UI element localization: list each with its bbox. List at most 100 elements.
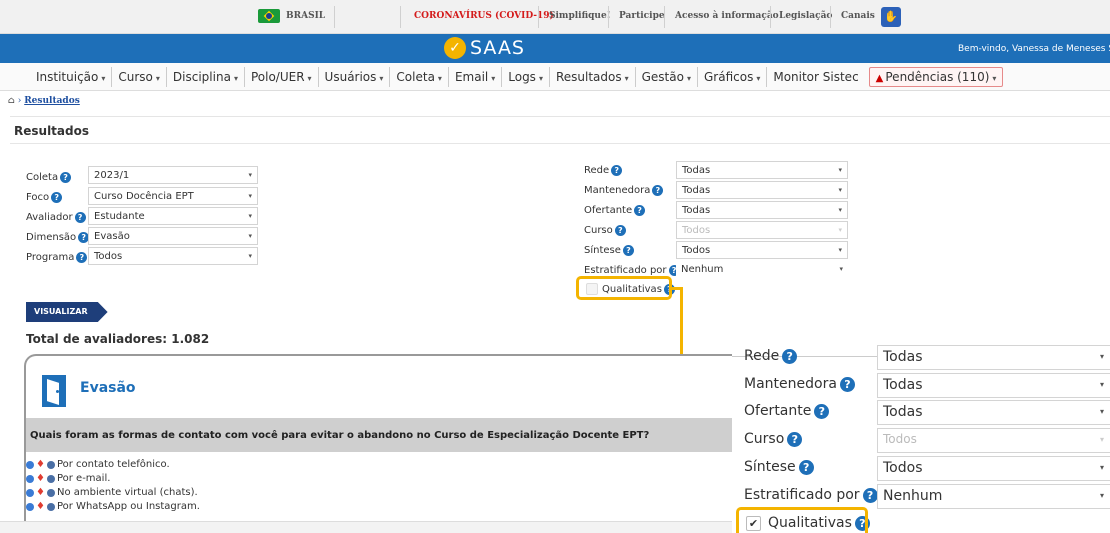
pie-chart-icon [26, 488, 34, 497]
canais-link[interactable]: Canais [841, 11, 875, 21]
chevron-down-icon: ▾ [1099, 380, 1104, 389]
mantenedora-select[interactable]: Todas ▾ [676, 181, 848, 199]
simplifique-link[interactable]: Simplifique! [549, 11, 611, 21]
programa-select[interactable]: Todos ▾ [88, 247, 258, 265]
zoom-ofertante-select[interactable]: Todas ▾ [877, 400, 1110, 425]
nav-disciplina[interactable]: Disciplina ▾ [167, 67, 245, 87]
visualizar-button[interactable]: VISUALIZAR [26, 302, 108, 322]
caret-down-icon: ▾ [155, 74, 160, 83]
acesso-link[interactable]: Acesso à informação [675, 11, 779, 21]
chevron-down-icon: ▾ [1099, 491, 1104, 500]
help-icon: ? [839, 376, 855, 392]
divider [334, 6, 335, 28]
chevron-down-icon: ▾ [248, 232, 252, 240]
help-icon: ? [614, 225, 626, 236]
chevron-down-icon: ▾ [838, 226, 842, 234]
coleta-select[interactable]: 2023/1 ▾ [88, 166, 258, 184]
tree-icon: ♦ [36, 501, 45, 512]
brasil-link[interactable]: BRASIL [258, 9, 325, 23]
nav-polo[interactable]: Polo/UER ▾ [245, 67, 319, 87]
card-title: Evasão [80, 380, 136, 396]
pie-chart-icon [26, 474, 34, 483]
divider [664, 6, 665, 28]
dimensao-label: Dimensão? [26, 232, 90, 243]
tree-icon: ♦ [36, 459, 45, 470]
zoom-estratificado-select[interactable]: Nenhum ▾ [877, 484, 1110, 509]
mantenedora-label: Mantenedora? [584, 185, 664, 196]
help-icon: ? [862, 487, 878, 503]
nav-logs[interactable]: Logs ▾ [502, 67, 550, 87]
help-icon: ? [74, 212, 86, 223]
caret-down-icon: ▾ [101, 74, 106, 83]
nav-curso[interactable]: Curso ▾ [112, 67, 167, 87]
globe-icon [46, 488, 55, 497]
zoom-mantenedora-select[interactable]: Todas ▾ [877, 373, 1110, 398]
answer-item: ♦ No ambiente virtual (chats). [26, 487, 198, 498]
dimensao-select[interactable]: Evasão ▾ [88, 227, 258, 245]
sintese-select[interactable]: Todos ▾ [676, 241, 848, 259]
brasil-label: BRASIL [286, 11, 326, 21]
nav-email[interactable]: Email ▾ [449, 67, 503, 87]
highlight-box-small [576, 276, 672, 300]
door-exit-icon [42, 375, 66, 407]
covid-link[interactable]: CORONAVÍRUS (COVID-19) [414, 11, 554, 21]
chevron-down-icon: ▾ [838, 206, 842, 214]
highlight-box-zoom [736, 507, 868, 533]
answer-item: ♦ Por WhatsApp ou Instagram. [26, 501, 200, 512]
logo-text: SAAS [470, 37, 525, 59]
divider [830, 6, 831, 28]
sintese-label: Síntese? [584, 245, 634, 256]
saas-logo[interactable]: ✓ SAAS [444, 37, 525, 59]
nav-monitor-sistec[interactable]: Monitor Sistec [767, 67, 864, 87]
help-icon: ? [60, 172, 72, 183]
check-icon: ✓ [444, 37, 466, 59]
caret-down-icon: ▾ [437, 74, 442, 83]
ofertante-select[interactable]: Todas ▾ [676, 201, 848, 219]
caret-down-icon: ▾ [538, 74, 543, 83]
foco-select[interactable]: Curso Docência EPT ▾ [88, 187, 258, 205]
chevron-down-icon: ▾ [839, 265, 843, 273]
participe-link[interactable]: Participe [619, 11, 665, 21]
chevron-down-icon: ▾ [1099, 352, 1104, 361]
chevron-down-icon: ▾ [838, 246, 842, 254]
nav-coleta[interactable]: Coleta ▾ [390, 67, 449, 87]
chevron-down-icon: ▾ [1099, 463, 1104, 472]
nav-instituicao[interactable]: Instituição ▾ [30, 67, 113, 87]
zoom-rede-select[interactable]: Todas ▾ [877, 345, 1110, 370]
chevron-down-icon: ▾ [1099, 435, 1104, 444]
nav-gestao[interactable]: Gestão ▾ [636, 67, 698, 87]
estratificado-select[interactable]: Nenhum ▾ [676, 261, 848, 279]
rede-label: Rede? [584, 165, 623, 176]
zoom-curso-label: Curso? [744, 431, 803, 447]
avaliador-label: Avaliador? [26, 212, 86, 223]
home-icon[interactable]: ⌂ [8, 96, 15, 106]
legislacao-link[interactable]: Legislação [779, 11, 832, 21]
breadcrumb: ⌂ › Resultados [8, 96, 80, 106]
caret-down-icon: ▾ [686, 74, 691, 83]
breadcrumb-resultados[interactable]: Resultados [24, 96, 80, 106]
zoom-sintese-select[interactable]: Todos ▾ [877, 456, 1110, 481]
rede-select[interactable]: Todas ▾ [676, 161, 848, 179]
globe-icon [46, 502, 55, 511]
help-icon: ? [51, 192, 63, 203]
help-icon: ? [652, 185, 664, 196]
app-header: ✓ SAAS Bem-vindo, Vanessa de Meneses Si [0, 34, 1110, 63]
main-nav: Instituição ▾ Curso ▾ Disciplina ▾ Polo/UER… [0, 63, 1110, 91]
nav-graficos[interactable]: Gráficos ▾ [698, 67, 768, 87]
chevron-down-icon: ▾ [248, 212, 252, 220]
programa-label: Programa? [26, 252, 88, 263]
nav-resultados[interactable]: Resultados ▾ [550, 67, 636, 87]
pie-chart-icon [26, 460, 34, 469]
zoom-mantenedora-label: Mantenedora? [744, 376, 855, 392]
caret-down-icon: ▾ [379, 74, 384, 83]
help-icon: ? [798, 459, 814, 475]
accessibility-icon[interactable]: ✋ [881, 7, 901, 27]
nav-usuarios[interactable]: Usuários ▾ [319, 67, 391, 87]
footer-strip [0, 521, 732, 533]
answer-item: ♦ Por e-mail. [26, 473, 110, 484]
avaliador-select[interactable]: Estudante ▾ [88, 207, 258, 225]
page-title: Resultados [14, 124, 89, 138]
help-icon: ? [76, 252, 88, 263]
question-text: Quais foram as formas de contato com voc… [30, 430, 650, 441]
nav-pendencias[interactable]: ▲ Pendências (110) ▾ [868, 67, 1004, 87]
